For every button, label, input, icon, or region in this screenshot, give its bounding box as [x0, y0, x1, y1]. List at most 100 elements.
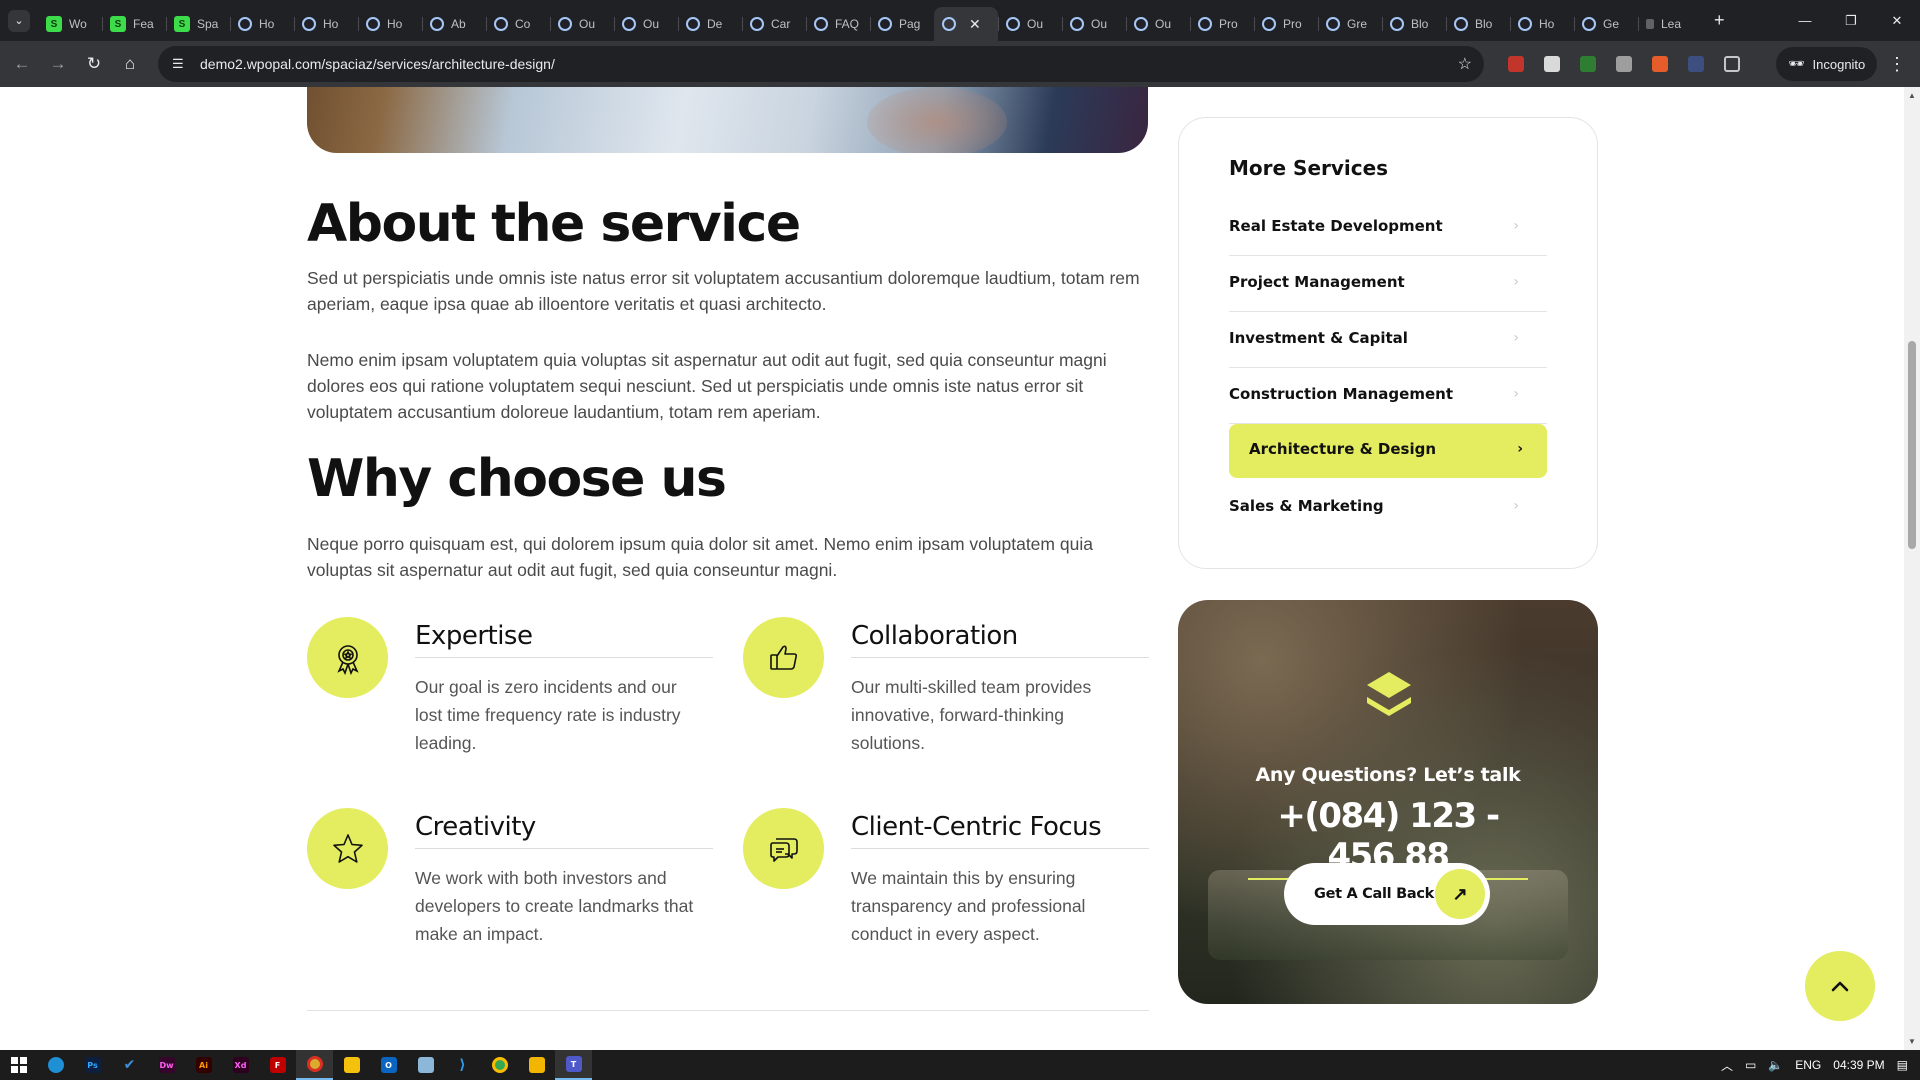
- tab-title: Spa: [197, 17, 219, 31]
- browser-tab[interactable]: Ou: [1126, 7, 1190, 41]
- browser-tab[interactable]: Pag: [870, 7, 934, 41]
- close-window-button[interactable]: ✕: [1874, 0, 1920, 41]
- vscode-icon[interactable]: ⟩: [444, 1050, 481, 1080]
- site-info-icon[interactable]: ☰: [172, 56, 188, 72]
- page-scrollbar[interactable]: ▲ ▼: [1904, 87, 1920, 1050]
- file-explorer-icon[interactable]: [518, 1050, 555, 1080]
- services-list: Real Estate Development › Project Manage…: [1229, 200, 1547, 536]
- browser-tab[interactable]: Lea: [1638, 7, 1702, 41]
- browser-tab[interactable]: Blo: [1382, 7, 1446, 41]
- feature-client-centric: Client-Centric Focus We maintain this by…: [743, 808, 1149, 958]
- service-link-sales-marketing[interactable]: Sales & Marketing ›: [1229, 480, 1547, 536]
- browser-tab[interactable]: Ho: [230, 7, 294, 41]
- camera-extension-icon[interactable]: [1616, 56, 1632, 72]
- back-button[interactable]: ←: [4, 46, 40, 82]
- extension-2-icon[interactable]: [1544, 56, 1560, 72]
- incognito-label: Incognito: [1812, 56, 1866, 72]
- extension-1-icon[interactable]: [1508, 56, 1524, 72]
- browser-tab[interactable]: Ho: [294, 7, 358, 41]
- tab-search-button[interactable]: ⌄: [8, 9, 30, 32]
- browser-tab[interactable]: FAQ: [806, 7, 870, 41]
- url-text[interactable]: demo2.wpopal.com/spaciaz/services/archit…: [200, 56, 555, 72]
- green-favicon-icon: S: [110, 16, 126, 32]
- filezilla-icon[interactable]: F: [259, 1050, 296, 1080]
- home-button[interactable]: ⌂: [112, 46, 148, 82]
- browser-tab[interactable]: Blo: [1446, 7, 1510, 41]
- browser-tab[interactable]: Co: [486, 7, 550, 41]
- browser-tab[interactable]: S Spa: [166, 7, 230, 41]
- service-link-investment[interactable]: Investment & Capital ›: [1229, 312, 1547, 368]
- window-controls: — ❐ ✕: [1782, 0, 1920, 41]
- browser-tab[interactable]: Gre: [1318, 7, 1382, 41]
- about-paragraph-2: Nemo enim ipsam voluptatem quia voluptas…: [307, 350, 1107, 422]
- tab-title: Ou: [643, 17, 660, 31]
- browser-tab[interactable]: Ho: [1510, 7, 1574, 41]
- minimize-button[interactable]: —: [1782, 0, 1828, 41]
- incognito-badge[interactable]: 🕶 Incognito: [1776, 47, 1878, 81]
- notifications-icon[interactable]: ▤: [1897, 1058, 1908, 1072]
- scroll-down-arrow-icon[interactable]: ▼: [1908, 1037, 1916, 1046]
- browser-tab[interactable]: Ou: [614, 7, 678, 41]
- chrome-icon[interactable]: [296, 1050, 333, 1080]
- notepad-icon[interactable]: [407, 1050, 444, 1080]
- ring-favicon-icon: [1518, 17, 1532, 31]
- scrollbar-thumb[interactable]: [1908, 341, 1916, 549]
- service-link-construction[interactable]: Construction Management ›: [1229, 368, 1547, 424]
- forward-button[interactable]: →: [40, 46, 76, 82]
- browser-tab[interactable]: Car: [742, 7, 806, 41]
- browser-tab[interactable]: S Wo: [38, 7, 102, 41]
- ring-favicon-icon: [494, 17, 508, 31]
- browser-menu-button[interactable]: ⋮: [1888, 41, 1906, 87]
- clock[interactable]: 04:39 PM: [1833, 1058, 1884, 1072]
- extension-5-icon[interactable]: [1652, 56, 1668, 72]
- browser-tab[interactable]: Pro: [1254, 7, 1318, 41]
- edge-icon[interactable]: [37, 1050, 74, 1080]
- browser-tab[interactable]: S Fea: [102, 7, 166, 41]
- network-icon[interactable]: ▭: [1745, 1058, 1756, 1072]
- browser-tab[interactable]: Ou: [998, 7, 1062, 41]
- todo-icon[interactable]: ✔: [111, 1050, 148, 1080]
- volume-icon[interactable]: 🔈: [1768, 1058, 1783, 1072]
- illustrator-icon[interactable]: Ai: [185, 1050, 222, 1080]
- sticky-notes-icon[interactable]: [333, 1050, 370, 1080]
- browser-tab[interactable]: De: [678, 7, 742, 41]
- browser-tab[interactable]: Ho: [358, 7, 422, 41]
- feature-title: Client-Centric Focus: [851, 812, 1102, 842]
- tray-overflow-icon[interactable]: ︿: [1721, 1057, 1733, 1074]
- photoshop-icon[interactable]: Ps: [74, 1050, 111, 1080]
- browser-tab[interactable]: Ou: [1062, 7, 1126, 41]
- service-link-real-estate[interactable]: Real Estate Development ›: [1229, 200, 1547, 256]
- outlook-icon[interactable]: O: [370, 1050, 407, 1080]
- bookmark-star-icon[interactable]: ☆: [1458, 54, 1472, 74]
- close-tab-icon[interactable]: ✕: [969, 16, 981, 33]
- browser-tab-active[interactable]: ✕: [934, 7, 998, 41]
- extension-6-icon[interactable]: [1688, 56, 1704, 72]
- green-favicon-icon: S: [46, 16, 62, 32]
- service-link-project-management[interactable]: Project Management ›: [1229, 256, 1547, 312]
- browser-tab[interactable]: Pro: [1190, 7, 1254, 41]
- chrome-alt-icon[interactable]: [481, 1050, 518, 1080]
- service-link-architecture-active[interactable]: Architecture & Design ›: [1229, 424, 1547, 478]
- address-bar[interactable]: ☰ demo2.wpopal.com/spaciaz/services/arch…: [158, 46, 1484, 82]
- new-tab-button[interactable]: +: [1714, 10, 1725, 31]
- adobe-xd-icon[interactable]: Xd: [222, 1050, 259, 1080]
- feature-divider: [851, 848, 1149, 849]
- ring-favicon-icon: [814, 17, 828, 31]
- scroll-to-top-button[interactable]: [1805, 951, 1875, 1021]
- dreamweaver-icon[interactable]: Dw: [148, 1050, 185, 1080]
- browser-tab[interactable]: Ab: [422, 7, 486, 41]
- browser-tab[interactable]: Ou: [550, 7, 614, 41]
- language-indicator[interactable]: ENG: [1795, 1058, 1821, 1072]
- extension-3-icon[interactable]: [1580, 56, 1596, 72]
- scroll-up-arrow-icon[interactable]: ▲: [1908, 91, 1916, 100]
- feature-text: Our goal is zero incidents and our lost …: [415, 677, 681, 753]
- get-call-back-button[interactable]: Get A Call Back ↗: [1284, 863, 1490, 925]
- green-favicon-icon: S: [174, 16, 190, 32]
- tab-title: Lea: [1661, 17, 1682, 31]
- extensions-puzzle-icon[interactable]: [1724, 56, 1740, 72]
- teams-icon[interactable]: T: [555, 1050, 592, 1080]
- restore-button[interactable]: ❐: [1828, 0, 1874, 41]
- browser-tab[interactable]: Ge: [1574, 7, 1638, 41]
- windows-start-icon[interactable]: [0, 1050, 37, 1080]
- reload-button[interactable]: ↻: [76, 46, 112, 82]
